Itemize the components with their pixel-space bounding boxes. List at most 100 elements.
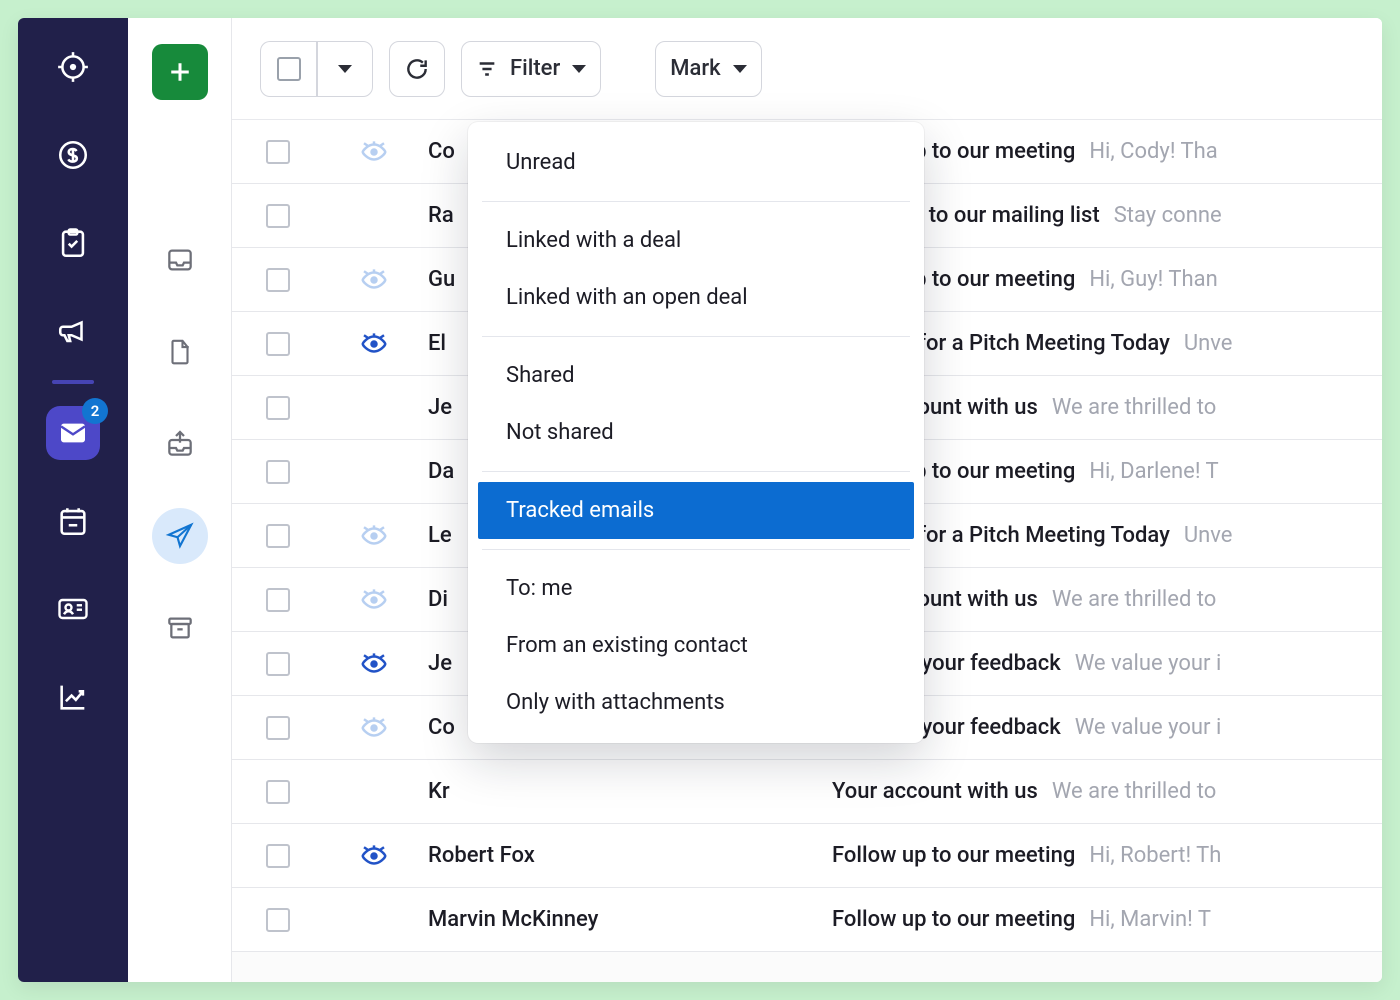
dropdown-separator [482,471,910,472]
eye-icon [359,332,389,356]
eye-icon [359,140,389,164]
nav-contacts[interactable] [46,582,100,636]
mark-label: Mark [670,56,720,81]
compose-button[interactable] [152,44,208,100]
envelope-icon [57,417,89,449]
paper-plane-icon [165,521,195,551]
tracking-status [346,332,402,356]
filter-option[interactable]: Shared [478,347,914,404]
mark-button[interactable]: Mark [655,41,761,97]
refresh-button[interactable] [389,41,445,97]
nav-tasks[interactable] [46,216,100,270]
row-checkbox[interactable] [266,140,290,164]
mail-subject: Your account with us [832,779,1038,804]
filter-option[interactable]: To: me [478,560,914,617]
mail-preview: We value your i [1075,651,1222,676]
row-checkbox[interactable] [266,588,290,612]
nav-focus[interactable] [46,40,100,94]
mail-preview: Hi, Marvin! T [1089,907,1211,932]
row-checkbox[interactable] [266,780,290,804]
select-all-checkbox[interactable] [260,41,316,97]
dropdown-separator [482,336,910,337]
tracking-status [346,524,402,548]
tracking-status [346,716,402,740]
eye-icon [359,716,389,740]
filter-option[interactable]: Linked with a deal [478,212,914,269]
row-checkbox[interactable] [266,268,290,292]
nav-deals[interactable] [46,128,100,182]
mail-preview: We are thrilled to [1052,779,1217,804]
select-all-dropdown[interactable] [317,41,373,97]
mail-preview: Hi, Robert! Th [1089,843,1221,868]
mail-preview: Unve [1184,331,1233,356]
eye-icon [359,652,389,676]
mail-row[interactable]: Robert FoxFollow up to our meetingHi, Ro… [232,824,1382,888]
tracking-status [346,844,402,868]
row-checkbox[interactable] [266,716,290,740]
mail-row[interactable]: KrYour account with usWe are thrilled to [232,760,1382,824]
archive-icon [164,612,196,644]
inbox-folder[interactable] [152,232,208,288]
crosshair-icon [56,50,90,84]
filter-button[interactable]: Filter [461,41,601,97]
tracking-status [346,588,402,612]
mail-preview: Stay conne [1114,203,1222,228]
nav-campaigns[interactable] [46,304,100,358]
nav-email[interactable]: 2 [46,406,100,460]
nav-reports[interactable] [46,670,100,724]
filter-option[interactable]: Linked with an open deal [478,269,914,326]
outbox-icon [164,428,196,460]
mail-subject: Follow up to our meeting [832,907,1075,932]
row-checkbox[interactable] [266,332,290,356]
filter-option[interactable]: Unread [478,134,914,191]
checkbox-icon [277,57,301,81]
mail-preview: Hi, Guy! Than [1089,267,1217,292]
tracking-status [346,140,402,164]
eye-icon [359,844,389,868]
eye-icon [359,588,389,612]
archive-folder[interactable] [152,600,208,656]
row-checkbox[interactable] [266,396,290,420]
megaphone-icon [56,314,90,348]
plus-icon [165,57,195,87]
row-checkbox[interactable] [266,652,290,676]
row-checkbox[interactable] [266,844,290,868]
mail-preview: We value your i [1075,715,1222,740]
chevron-down-icon [338,65,352,73]
mail-preview: We are thrilled to [1052,395,1217,420]
mail-row[interactable]: Marvin McKinneyFollow up to our meeting H… [232,888,1382,952]
row-checkbox[interactable] [266,524,290,548]
sender-name: Marvin McKinney [402,907,832,932]
row-checkbox[interactable] [266,204,290,228]
rail-separator [52,380,94,384]
filter-option[interactable]: Tracked emails [478,482,914,539]
chevron-down-icon [572,65,586,73]
outbox-folder[interactable] [152,416,208,472]
mail-preview: Unve [1184,523,1233,548]
clipboard-check-icon [56,226,90,260]
dollar-icon [56,138,90,172]
mail-subject: Follow up to our meeting [832,843,1075,868]
eye-icon [359,268,389,292]
dropdown-separator [482,201,910,202]
mail-preview: Hi, Darlene! T [1089,459,1218,484]
nav-calendar[interactable] [46,494,100,548]
filter-option[interactable]: Not shared [478,404,914,461]
filter-option[interactable]: Only with attachments [478,674,914,731]
chart-icon [56,680,90,714]
row-checkbox[interactable] [266,908,290,932]
dropdown-separator [482,549,910,550]
tracking-status [346,268,402,292]
drafts-folder[interactable] [152,324,208,380]
eye-icon [359,524,389,548]
chevron-down-icon [733,65,747,73]
mail-sub-nav [128,18,232,982]
filter-label: Filter [510,56,560,81]
filter-option[interactable]: From an existing contact [478,617,914,674]
primary-nav-rail: 2 [18,18,128,982]
sent-folder[interactable] [152,508,208,564]
row-checkbox[interactable] [266,460,290,484]
mail-preview: Hi, Cody! Tha [1089,139,1217,164]
email-badge: 2 [82,398,108,424]
calendar-icon [56,504,90,538]
